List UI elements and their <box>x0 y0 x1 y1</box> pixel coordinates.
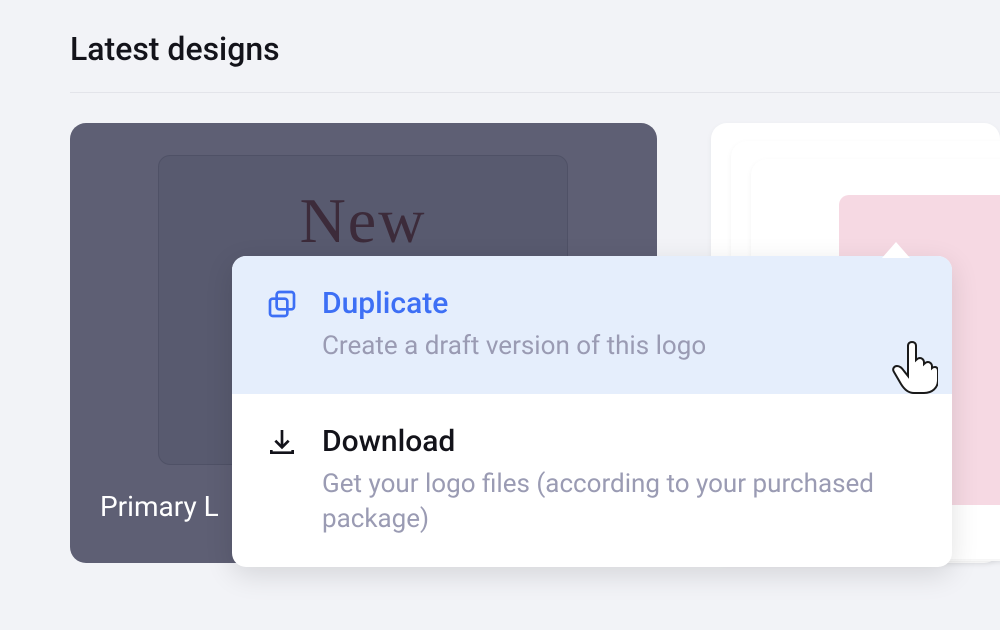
section-title: Latest designs <box>70 30 1000 68</box>
menu-item-download[interactable]: Download Get your logo files (according … <box>232 394 952 567</box>
context-menu: Duplicate Create a draft version of this… <box>232 256 952 567</box>
menu-title: Download <box>322 424 920 459</box>
cursor-pointer-icon <box>890 338 938 394</box>
card-label: Primary L <box>100 490 219 523</box>
menu-description: Create a draft version of this logo <box>322 329 706 364</box>
download-icon <box>266 426 298 458</box>
menu-description: Get your logo files (according to your p… <box>322 467 920 537</box>
preview-text: New <box>300 184 427 258</box>
menu-title: Duplicate <box>322 286 706 321</box>
menu-text: Download Get your logo files (according … <box>322 424 920 537</box>
divider <box>70 92 1000 93</box>
menu-text: Duplicate Create a draft version of this… <box>322 286 706 364</box>
duplicate-icon <box>266 288 298 320</box>
menu-item-duplicate[interactable]: Duplicate Create a draft version of this… <box>232 256 952 394</box>
popup-arrow <box>882 242 910 258</box>
